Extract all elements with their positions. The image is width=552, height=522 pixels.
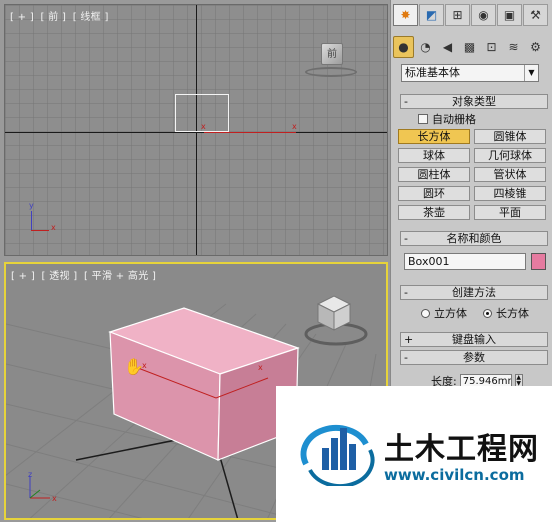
box-radio[interactable]	[483, 308, 492, 318]
front-viewport-label[interactable]: [ + ] [ 前 ] [ 线框 ]	[10, 8, 112, 23]
watermark-url: www.civilcn.com	[384, 466, 525, 484]
expand-icon: +	[404, 333, 414, 346]
object-name-value: Box001	[408, 255, 450, 268]
z-axis-label: z	[28, 470, 33, 479]
helpers-subtab[interactable]: ⊡	[481, 36, 502, 58]
hierarchy-icon: ⊞	[452, 8, 463, 22]
box-button[interactable]: 长方体	[398, 129, 470, 144]
create-icon: ✸	[400, 8, 411, 22]
axis-tripod: y x	[25, 201, 65, 237]
shapes-icon: ◔	[420, 40, 431, 54]
cube-radio[interactable]	[421, 308, 430, 318]
hierarchy-tab[interactable]: ⊞	[445, 4, 470, 26]
site-watermark: 土木工程网 www.civilcn.com	[276, 386, 552, 522]
cone-button[interactable]: 圆锥体	[474, 129, 546, 144]
pyramid-button[interactable]: 四棱锥	[474, 186, 546, 201]
teapot-button[interactable]: 茶壶	[398, 205, 470, 220]
rollout-title: 名称和颜色	[446, 232, 502, 245]
x-axis-label: x	[51, 223, 56, 232]
cameras-subtab[interactable]: ▩	[459, 36, 480, 58]
systems-icon: ⚙	[530, 40, 541, 54]
creation-method-rollout-header[interactable]: - 创建方法	[400, 285, 548, 300]
display-icon: ▣	[503, 8, 516, 22]
viewport-shading-mode[interactable]: [ 线框 ]	[73, 12, 109, 23]
plane-button[interactable]: 平面	[474, 205, 546, 220]
x-axis-label: x	[52, 494, 57, 503]
pivot-marker: x	[201, 122, 206, 131]
autogrid-label: 自动栅格	[432, 113, 476, 126]
spacewarps-icon: ≋	[508, 40, 519, 54]
collapse-icon: -	[404, 232, 408, 245]
object-type-buttons: 长方体 圆锥体 球体 几何球体 圆柱体 管状体 圆环 四棱锥 茶壶 平面	[398, 129, 547, 220]
collapse-icon: -	[404, 286, 408, 299]
keyboard-entry-rollout-header[interactable]: + 键盘输入	[400, 332, 548, 347]
parameters-rollout-header[interactable]: - 参数	[400, 350, 548, 365]
rollout-title: 参数	[463, 351, 485, 364]
spacewarps-subtab[interactable]: ≋	[503, 36, 524, 58]
viewport-name[interactable]: [ 前 ]	[41, 12, 67, 23]
cube-radio-label: 立方体	[434, 307, 467, 320]
front-viewport[interactable]: [ + ] [ 前 ] [ 线框 ] x x 前 y x	[4, 4, 388, 256]
torus-button[interactable]: 圆环	[398, 186, 470, 201]
pivot-marker: x	[258, 363, 263, 372]
modify-tab[interactable]: ◩	[419, 4, 444, 26]
rollout-title: 键盘输入	[452, 333, 496, 346]
cylinder-button[interactable]: 圆柱体	[398, 167, 470, 182]
x-axis-line	[31, 230, 49, 231]
viewcube-face-label: 前	[327, 49, 337, 60]
modify-icon: ◩	[425, 8, 438, 22]
tube-button[interactable]: 管状体	[474, 167, 546, 182]
display-tab[interactable]: ▣	[497, 4, 522, 26]
cameras-icon: ▩	[463, 40, 476, 54]
pan-hand-cursor-icon: ✋	[124, 357, 144, 376]
box-bottom-edge	[204, 132, 296, 133]
utilities-tab[interactable]: ⚒	[523, 4, 548, 26]
length-value: 75.946mm	[462, 375, 511, 387]
box-radio-option[interactable]: 长方体	[483, 305, 529, 321]
shapes-subtab[interactable]: ◔	[415, 36, 436, 58]
dropdown-value: 标准基本体	[405, 66, 460, 79]
primitive-category-dropdown[interactable]: 标准基本体 ▼	[401, 64, 539, 82]
create-tab[interactable]: ✸	[393, 4, 418, 26]
box-radio-label: 长方体	[496, 307, 529, 320]
motion-icon: ◉	[478, 8, 489, 22]
pivot-marker: x	[292, 122, 297, 131]
autogrid-checkbox-row[interactable]: 自动栅格	[418, 111, 476, 127]
name-color-rollout-header[interactable]: - 名称和颜色	[400, 231, 548, 246]
object-color-swatch[interactable]	[531, 253, 546, 270]
viewcube[interactable]: 前	[321, 43, 343, 65]
systems-subtab[interactable]: ⚙	[525, 36, 546, 58]
command-panel-tabs: ✸ ◩ ⊞ ◉ ▣ ⚒	[393, 4, 551, 28]
cube-radio-option[interactable]: 立方体	[421, 305, 467, 321]
collapse-icon: -	[404, 95, 408, 108]
lights-icon: ◀	[442, 40, 453, 54]
watermark-title: 土木工程网	[384, 432, 539, 467]
object-name-field[interactable]: Box001	[404, 253, 526, 270]
chevron-down-icon: ▼	[524, 65, 538, 81]
rollout-title: 创建方法	[452, 286, 496, 299]
create-category-bar: ● ◔ ◀ ▩ ⊡ ≋ ⚙	[393, 36, 551, 58]
lights-subtab[interactable]: ◀	[437, 36, 458, 58]
geometry-subtab[interactable]: ●	[393, 36, 414, 58]
y-axis-label: y	[29, 201, 34, 210]
geometry-icon: ●	[398, 40, 409, 54]
autogrid-checkbox[interactable]	[418, 114, 428, 124]
motion-tab[interactable]: ◉	[471, 4, 496, 26]
geosphere-button[interactable]: 几何球体	[474, 148, 546, 163]
y-axis-line	[31, 211, 32, 231]
sphere-button[interactable]: 球体	[398, 148, 470, 163]
civilcn-logo-icon	[300, 425, 375, 486]
collapse-icon: -	[404, 351, 408, 364]
object-type-rollout-header[interactable]: - 对象类型	[400, 94, 548, 109]
viewport-menu-plus[interactable]: [ + ]	[10, 12, 34, 23]
viewcube-ring[interactable]	[305, 67, 357, 77]
rollout-title: 对象类型	[452, 95, 496, 108]
utilities-icon: ⚒	[530, 8, 541, 22]
helpers-icon: ⊡	[486, 40, 497, 54]
